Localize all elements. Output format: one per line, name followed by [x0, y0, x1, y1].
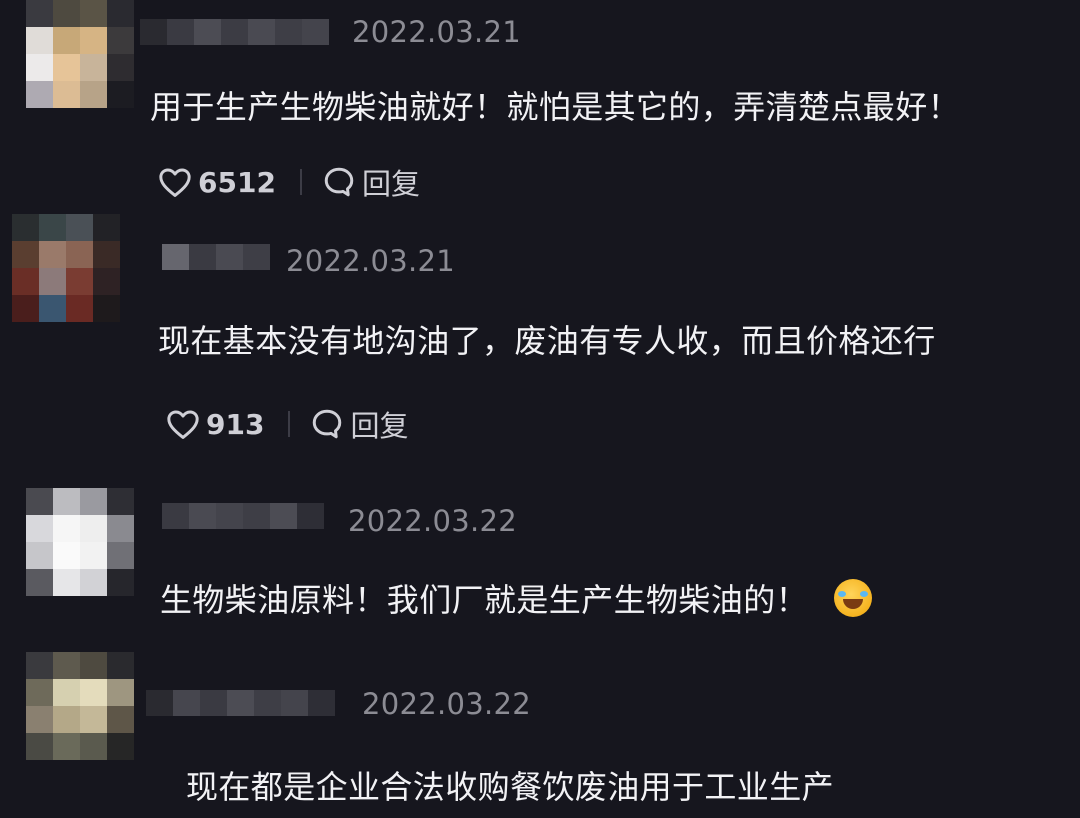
like-button[interactable]: 913	[166, 408, 264, 441]
username-blurred[interactable]	[140, 19, 329, 45]
username-blurred[interactable]	[162, 503, 324, 529]
comment-text: 用于生产生物柴油就好！就怕是其它的，弄清楚点最好！	[150, 88, 961, 126]
avatar[interactable]	[12, 214, 120, 322]
heart-icon	[159, 168, 191, 197]
reply-label: 回复	[361, 167, 420, 201]
reply-button[interactable]: 回复	[310, 403, 408, 445]
heart-icon	[167, 410, 199, 439]
reply-button[interactable]: 回复	[322, 161, 420, 203]
divider	[288, 411, 291, 437]
comment-text-content: 生物柴油原料！我们厂就是生产生物柴油的！	[160, 581, 809, 619]
comment-date: 2022.03.22	[348, 504, 518, 538]
divider	[299, 169, 302, 195]
like-count: 6512	[198, 165, 276, 199]
comment-text: 现在都是企业合法收购餐饮废油用于工业生产	[186, 768, 835, 806]
like-button[interactable]: 6512	[158, 166, 276, 199]
comment-date: 2022.03.21	[286, 244, 456, 278]
avatar[interactable]	[26, 0, 134, 108]
comment-actions: 6512 回复	[158, 162, 420, 202]
like-count: 913	[206, 407, 265, 441]
rolling-on-floor-laughing-emoji	[834, 579, 873, 617]
comment-actions: 913 回复	[166, 404, 408, 444]
avatar[interactable]	[26, 488, 134, 596]
reply-label: 回复	[350, 409, 409, 443]
comment-text: 生物柴油原料！我们厂就是生产生物柴油的！	[160, 575, 873, 621]
comment-text: 现在基本没有地沟油了，废油有专人收，而且价格还行	[158, 322, 936, 360]
comment-bubble-icon	[313, 409, 342, 439]
comment-date: 2022.03.21	[352, 15, 522, 49]
username-blurred[interactable]	[146, 690, 335, 716]
username-blurred[interactable]	[162, 244, 270, 270]
avatar[interactable]	[26, 652, 134, 760]
comment-date: 2022.03.22	[362, 687, 532, 721]
comment-bubble-icon	[324, 167, 354, 197]
